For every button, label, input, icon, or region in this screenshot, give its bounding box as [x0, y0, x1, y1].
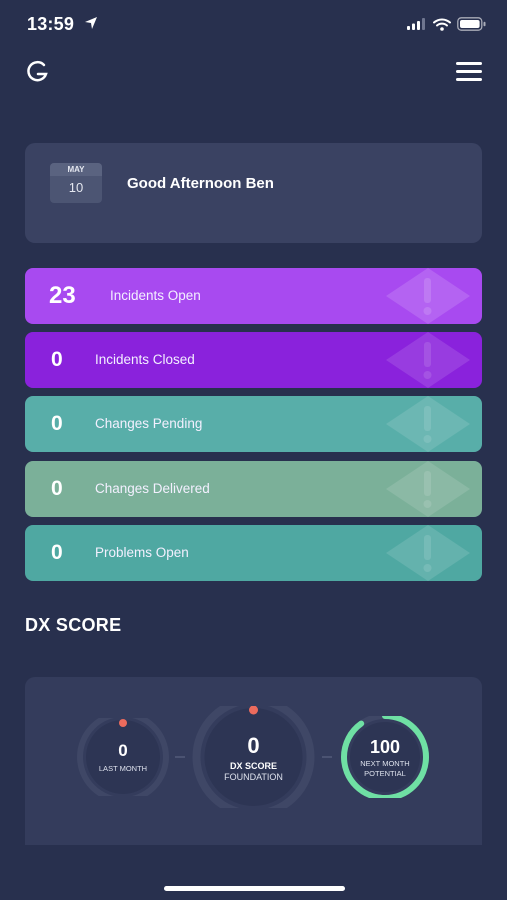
- menu-line: [456, 78, 482, 81]
- gauge-sublabel: FOUNDATION: [224, 772, 283, 782]
- alert-diamond-icon: [386, 461, 470, 517]
- date-badge: MAY 10: [50, 163, 102, 203]
- menu-line: [456, 70, 482, 73]
- stat-value: 0: [51, 348, 63, 371]
- stat-card-incidents-closed[interactable]: 0 Incidents Closed: [25, 332, 482, 388]
- signal-icon: [407, 18, 425, 30]
- location-arrow-icon: [85, 17, 97, 29]
- stat-label: Changes Delivered: [95, 481, 210, 496]
- gauge-value: 0: [118, 741, 128, 760]
- stat-card-problems-open[interactable]: 0 Problems Open: [25, 525, 482, 581]
- gauge-sublabel: POTENTIAL: [364, 769, 406, 778]
- alert-diamond-icon: [386, 396, 470, 452]
- gauge-value: 0: [247, 733, 260, 758]
- status-time: 13:59: [27, 14, 75, 34]
- home-indicator[interactable]: [164, 886, 345, 891]
- dx-score-title: DX SCORE: [25, 615, 122, 635]
- alert-diamond-icon: [386, 525, 470, 581]
- status-bar: 13:59: [0, 0, 507, 50]
- stat-value: 0: [51, 477, 63, 500]
- stat-label: Changes Pending: [95, 416, 203, 431]
- app-header: [0, 50, 507, 100]
- stat-label: Problems Open: [95, 545, 189, 560]
- greeting-card: MAY 10 Good Afternoon Ben: [25, 143, 482, 243]
- stat-card-incidents-open[interactable]: 23 Incidents Open: [25, 268, 482, 324]
- gauge-next-month: 100 NEXT MONTH POTENTIAL: [338, 716, 432, 798]
- battery-icon: [457, 17, 486, 31]
- stat-value: 0: [51, 541, 63, 564]
- gauge-connector: [322, 756, 332, 758]
- gauge-last-month: 0 LAST MONTH: [76, 718, 170, 796]
- alert-diamond-icon: [386, 268, 470, 324]
- stat-value: 0: [51, 412, 63, 435]
- menu-line: [456, 62, 482, 65]
- gauge-label: LAST MONTH: [98, 764, 148, 773]
- app-logo-icon[interactable]: [25, 60, 51, 84]
- gauge-value: 100: [369, 737, 401, 757]
- greeting-text: Good Afternoon Ben: [127, 175, 274, 192]
- hamburger-menu-button[interactable]: [456, 62, 482, 82]
- gauge-connector: [175, 756, 185, 758]
- gauge-label: NEXT MONTH: [360, 759, 410, 768]
- alert-diamond-icon: [386, 332, 470, 388]
- wifi-icon: [433, 18, 451, 31]
- stat-card-changes-delivered[interactable]: 0 Changes Delivered: [25, 461, 482, 517]
- gauge-dx-score: 0 DX SCORE FOUNDATION: [191, 706, 316, 808]
- dx-score-card: 0 LAST MONTH 0 DX SCORE FOUNDATION 100 N…: [25, 677, 482, 845]
- stat-value: 23: [49, 282, 76, 309]
- date-month: MAY: [50, 163, 102, 176]
- stat-label: Incidents Open: [110, 288, 201, 303]
- gauge-marker: [119, 719, 127, 727]
- stat-label: Incidents Closed: [95, 352, 195, 367]
- date-day: 10: [68, 180, 84, 195]
- gauge-label: DX SCORE: [229, 761, 277, 771]
- status-icons: [407, 17, 487, 31]
- stat-card-changes-pending[interactable]: 0 Changes Pending: [25, 396, 482, 452]
